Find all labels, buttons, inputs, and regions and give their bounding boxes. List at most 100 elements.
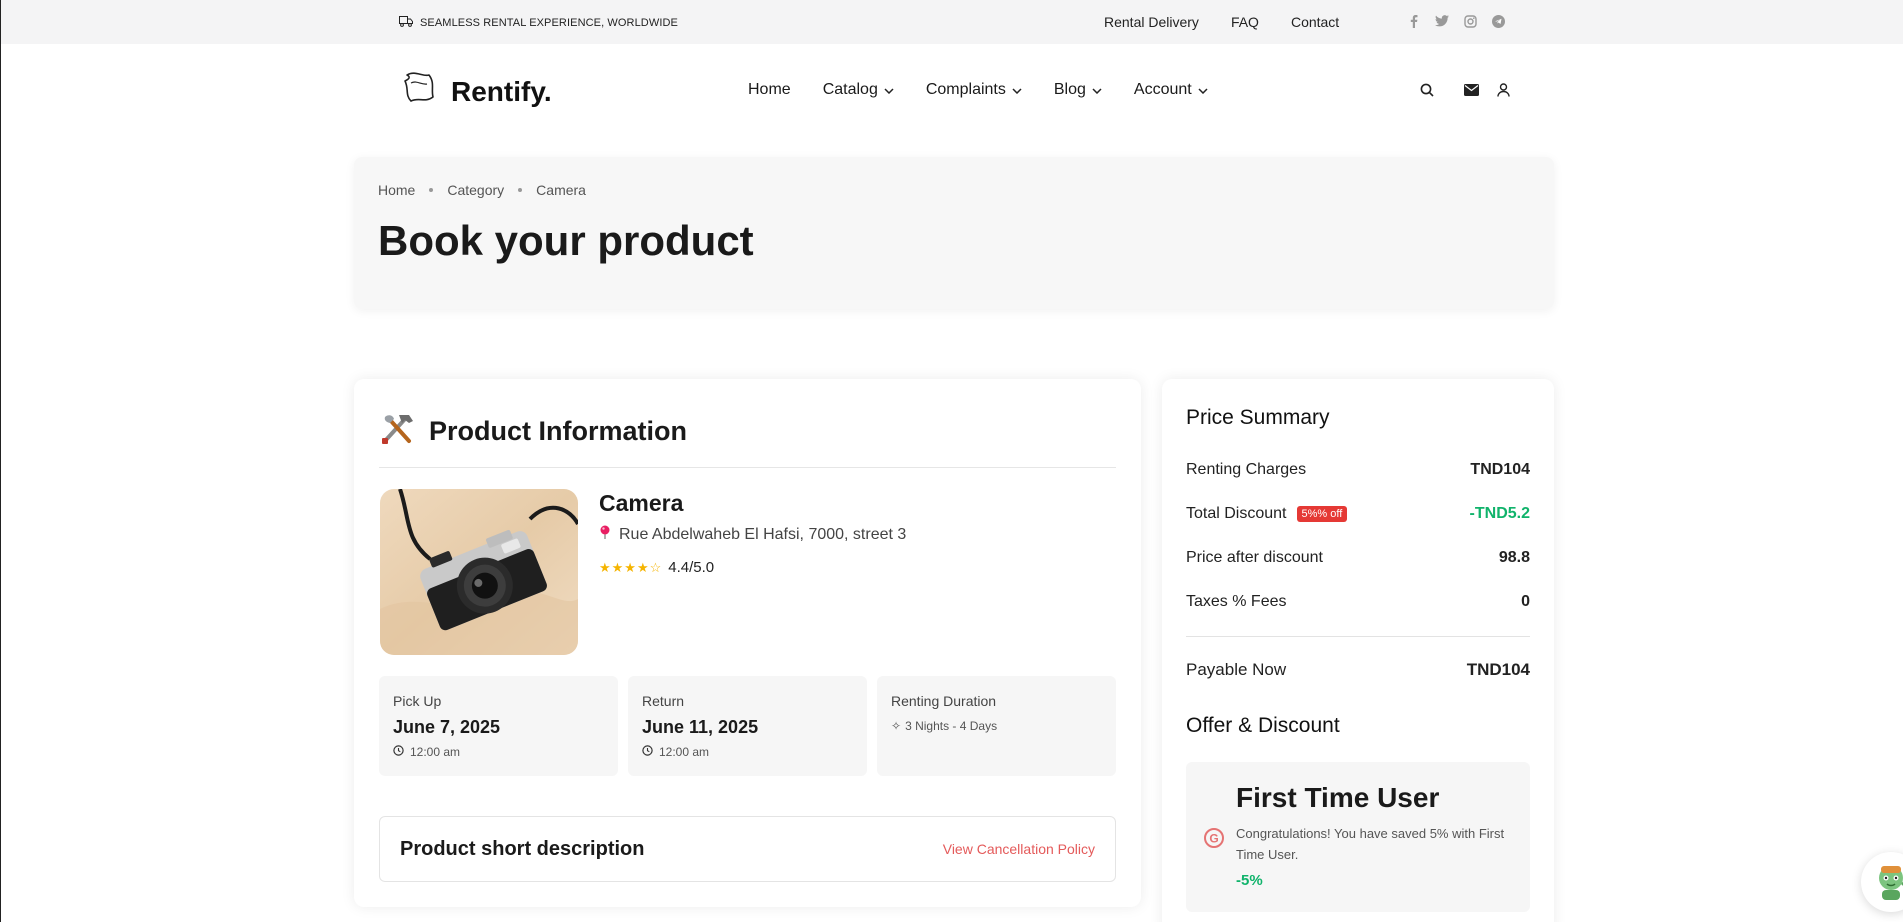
chevron-down-icon: [1092, 81, 1102, 99]
mail-icon[interactable]: [1463, 82, 1479, 98]
page-banner: Home Category Camera Book your product: [354, 157, 1554, 309]
facebook-icon[interactable]: [1407, 14, 1421, 28]
rating-text: 4.4/5.0: [668, 559, 715, 576]
total-discount-label: Total Discount: [1186, 505, 1287, 522]
chevron-down-icon: [884, 81, 894, 99]
renting-charges-row: Renting Charges TND104: [1186, 461, 1530, 479]
cancellation-policy-link[interactable]: View Cancellation Policy: [943, 841, 1095, 857]
twitter-icon[interactable]: [1435, 14, 1449, 28]
nav-home[interactable]: Home: [748, 81, 791, 99]
product-image: [380, 489, 578, 655]
location-pin-icon: [599, 525, 611, 544]
total-discount-value: -TND5.2: [1469, 505, 1530, 522]
breadcrumb-separator: [518, 188, 523, 192]
brand-logo[interactable]: Rentify.: [399, 69, 552, 114]
offer-discount-heading: Offer & Discount: [1186, 714, 1340, 737]
taxes-fees-row: Taxes % Fees 0: [1186, 593, 1530, 611]
tagline-text: SEAMLESS RENTAL EXPERIENCE, WORLDWIDE: [420, 17, 678, 29]
offer-title: First Time User: [1236, 782, 1440, 813]
breadcrumb-home[interactable]: Home: [378, 182, 415, 198]
chevron-down-icon: [1012, 81, 1022, 99]
assistant-avatar-icon: [1869, 858, 1903, 907]
truck-icon: [399, 16, 413, 30]
nav-blog[interactable]: Blog: [1054, 81, 1102, 99]
price-summary-heading: Price Summary: [1186, 406, 1330, 429]
divider: [379, 467, 1116, 468]
breadcrumb-separator: [429, 188, 434, 192]
coupon-icon: G: [1204, 828, 1224, 853]
breadcrumb-category[interactable]: Category: [447, 182, 504, 198]
payable-now-value: TND104: [1466, 660, 1530, 679]
breadcrumb: Home Category Camera: [378, 182, 586, 198]
header-icons: [1419, 82, 1511, 98]
pickup-label: Pick Up: [393, 693, 442, 709]
product-rating: ★★★★☆ 4.4/5.0: [599, 559, 714, 576]
search-icon[interactable]: [1419, 82, 1435, 98]
top-links: Rental Delivery FAQ Contact: [1104, 14, 1339, 30]
return-time: 12:00 am: [642, 745, 709, 759]
user-icon[interactable]: [1495, 82, 1511, 98]
nav-account-label: Account: [1133, 81, 1192, 98]
chat-assistant-button[interactable]: 1: [1861, 852, 1903, 912]
price-after-discount-value: 98.8: [1498, 549, 1530, 566]
payable-now-label: Payable Now: [1186, 660, 1287, 679]
nav-blog-label: Blog: [1053, 81, 1086, 98]
taxes-fees-label: Taxes % Fees: [1186, 593, 1287, 610]
return-label: Return: [642, 693, 685, 709]
product-info-heading: Product Information: [379, 411, 687, 452]
offer-card[interactable]: G First Time User Congratulations! You h…: [1186, 762, 1530, 912]
product-info-title: Product Information: [429, 416, 687, 446]
contact-link[interactable]: Contact: [1291, 14, 1339, 30]
total-discount-label-wrap: Total Discount 5%% off: [1186, 505, 1348, 523]
duration-label: Renting Duration: [891, 693, 997, 709]
product-description-panel: Product short description View Cancellat…: [379, 816, 1116, 882]
social-links: [1407, 14, 1505, 28]
telegram-icon[interactable]: [1491, 14, 1505, 28]
return-box: Return June 11, 2025 12:00 am: [628, 676, 867, 776]
product-address-text: Rue Abdelwaheb El Hafsi, 7000, street 3: [619, 525, 907, 543]
product-address: Rue Abdelwaheb El Hafsi, 7000, street 3: [599, 525, 906, 544]
clock-icon: [642, 745, 653, 759]
pickup-time-text: 12:00 am: [410, 745, 461, 759]
taxes-fees-value: 0: [1521, 593, 1530, 610]
product-info-card: Product Information Camera Rue Abdelwahe…: [354, 379, 1141, 907]
svg-text:G: G: [1209, 832, 1218, 846]
nav-complaints-label: Complaints: [925, 81, 1006, 98]
nav-account[interactable]: Account: [1134, 81, 1208, 99]
rental-delivery-link[interactable]: Rental Delivery: [1104, 14, 1199, 30]
breadcrumb-current: Camera: [536, 182, 586, 198]
sparkle-icon: ✧: [891, 719, 902, 733]
renting-charges-value: TND104: [1470, 461, 1530, 478]
return-date: June 11, 2025: [642, 717, 759, 737]
offer-value: -5%: [1236, 872, 1263, 889]
renting-charges-label: Renting Charges: [1186, 461, 1307, 478]
chevron-down-icon: [1198, 81, 1208, 99]
return-time-text: 12:00 am: [659, 745, 710, 759]
brand-name: Rentify.: [451, 75, 552, 107]
offer-description: Congratulations! You have saved 5% with …: [1236, 826, 1505, 862]
payable-now-row: Payable Now TND104: [1186, 660, 1530, 680]
duration-box: Renting Duration ✧ 3 Nights - 4 Days: [877, 676, 1116, 776]
instagram-icon[interactable]: [1463, 14, 1477, 28]
tagline: SEAMLESS RENTAL EXPERIENCE, WORLDWIDE: [399, 16, 678, 30]
pickup-time: 12:00 am: [393, 745, 460, 759]
nav-complaints[interactable]: Complaints: [926, 81, 1022, 99]
pickup-box: Pick Up June 7, 2025 12:00 am: [379, 676, 618, 776]
description-title: Product short description: [400, 838, 645, 860]
product-name: Camera: [599, 490, 684, 516]
main-nav: Home Catalog Complaints Blog Account: [748, 81, 1208, 99]
price-after-discount-row: Price after discount 98.8: [1186, 549, 1530, 567]
nav-catalog[interactable]: Catalog: [823, 81, 894, 99]
total-discount-row: Total Discount 5%% off -TND5.2: [1186, 505, 1530, 523]
rating-stars-icon: ★★★★☆: [599, 559, 663, 575]
top-bar: SEAMLESS RENTAL EXPERIENCE, WORLDWIDE Re…: [1, 0, 1903, 44]
pickup-date: June 7, 2025: [393, 717, 501, 737]
price-summary-card: Price Summary Renting Charges TND104 Tot…: [1162, 379, 1554, 922]
discount-badge: 5%% off: [1296, 505, 1348, 522]
page-title: Book your product: [378, 217, 754, 264]
duration-value: ✧ 3 Nights - 4 Days: [891, 719, 997, 733]
nav-home-label: Home: [748, 81, 791, 98]
clock-icon: [393, 745, 404, 759]
logo-icon: [399, 69, 439, 114]
faq-link[interactable]: FAQ: [1231, 14, 1259, 30]
